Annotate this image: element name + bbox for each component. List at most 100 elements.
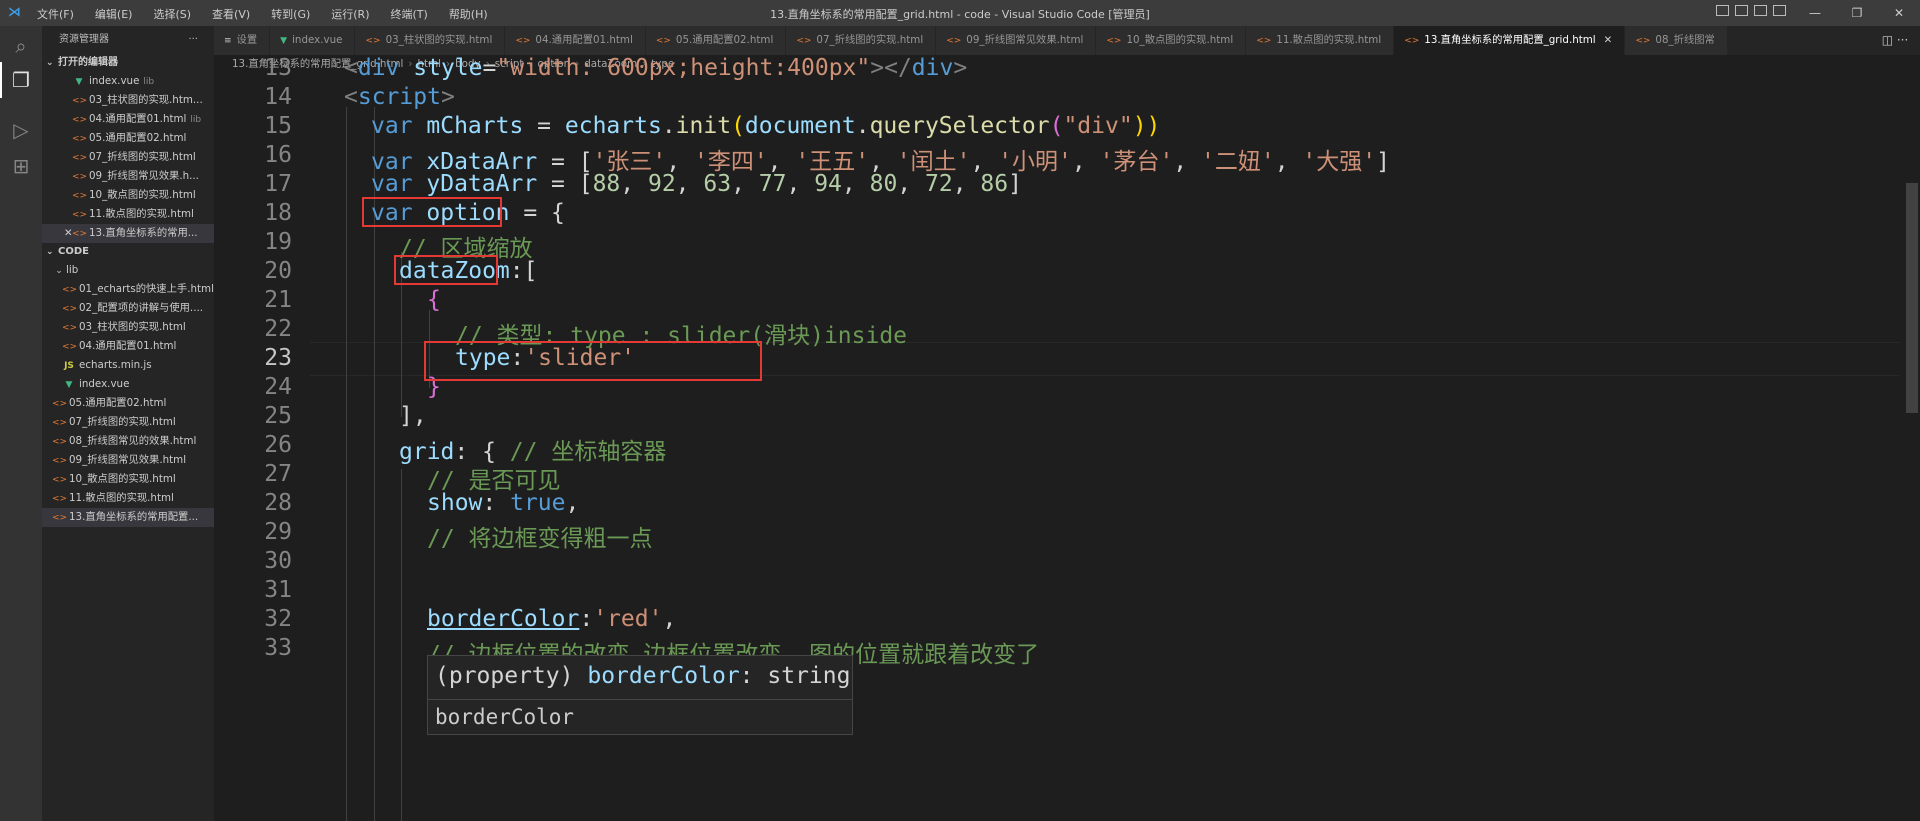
- file-item[interactable]: <> 10_散点图的实现.html: [42, 470, 214, 489]
- array-item: 63: [703, 171, 732, 197]
- split-editor-icon[interactable]: ◫ ···: [1870, 26, 1920, 55]
- tab[interactable]: <> 03_柱状图的实现.html: [355, 26, 506, 55]
- explorer-icon[interactable]: ❐: [9, 68, 33, 92]
- html-file-icon: <>: [796, 36, 812, 46]
- file-item[interactable]: <> 13.直角坐标系的常用配置...: [42, 508, 214, 527]
- folder-section[interactable]: ⌄ CODE: [42, 243, 214, 261]
- file-item[interactable]: ✕ <> 13.直角坐标系的常用...: [42, 224, 214, 243]
- code-editor[interactable]: 13 14 15 16 17 18 19 20 21 22 23 24 25 26 27 28 29 30 31 32…: [214, 55, 1920, 821]
- js-file-icon: JS: [64, 361, 74, 371]
- file-item[interactable]: <> 03_柱状图的实现.htm...: [42, 91, 214, 110]
- lib-folder[interactable]: ⌄ lib: [42, 261, 214, 280]
- file-item[interactable]: <> 09_折线图常见效果.h...: [42, 167, 214, 186]
- tab[interactable]: <> 05.通用配置02.html: [645, 26, 787, 55]
- close-icon[interactable]: ✕: [64, 224, 73, 243]
- toggle-panel-icon[interactable]: [1735, 5, 1748, 16]
- chevron-down-icon: ⌄: [46, 247, 54, 257]
- file-item[interactable]: <> 11.散点图的实现.html: [42, 205, 214, 224]
- toggle-sidebar-icon[interactable]: [1716, 5, 1729, 16]
- file-item[interactable]: ▼ index.vue lib: [42, 72, 214, 91]
- minimize-button[interactable]: —: [1794, 0, 1836, 26]
- active-indicator: [0, 62, 2, 98]
- file-item[interactable]: <> 04.通用配置01.html lib: [42, 110, 214, 129]
- line-number: 15: [264, 113, 292, 139]
- menu-item[interactable]: 帮助(H): [449, 6, 488, 22]
- tab[interactable]: <> 07_折线图的实现.html: [786, 26, 937, 55]
- file-item[interactable]: <> 05.通用配置02.html: [42, 394, 214, 413]
- folder-hint: lib: [190, 115, 202, 125]
- html-file-icon: <>: [62, 342, 78, 352]
- menu-item[interactable]: 文件(F): [37, 6, 74, 22]
- html-file-icon: <>: [946, 36, 962, 46]
- chevron-down-icon: ⌄: [46, 58, 54, 68]
- array-item: '茅台': [1099, 149, 1174, 175]
- file-name: 01_echarts的快速上手.html: [79, 283, 214, 295]
- line-number: 24: [264, 374, 292, 400]
- scrollbar-thumb[interactable]: [1906, 183, 1918, 413]
- customize-layout-icon[interactable]: [1773, 5, 1786, 16]
- open-editors-label: 打开的编辑器: [58, 57, 118, 68]
- file-name: 07_折线图的实现.html: [89, 151, 196, 163]
- html-file-icon: <>: [515, 36, 531, 46]
- file-item[interactable]: <> 05.通用配置02.html: [42, 129, 214, 148]
- code-line-21: {: [427, 287, 441, 313]
- tab[interactable]: <> 08_折线图常: [1625, 26, 1728, 55]
- file-item[interactable]: <> 09_折线图常见效果.html: [42, 451, 214, 470]
- file-item[interactable]: <> 04.通用配置01.html: [42, 337, 214, 356]
- open-editors-list: ▼ index.vue lib <> 03_柱状图的实现.htm... <> 04.通用配置…: [42, 72, 214, 243]
- tab[interactable]: ▼ index.vue: [270, 26, 356, 55]
- explorer-header: 资源管理器 ···: [42, 26, 214, 54]
- menu-item[interactable]: 选择(S): [153, 6, 191, 22]
- menu-item[interactable]: 转到(G): [271, 6, 310, 22]
- menu-item[interactable]: 终端(T): [391, 6, 428, 22]
- file-item[interactable]: <> 10_散点图的实现.html: [42, 186, 214, 205]
- menu-item[interactable]: 编辑(E): [95, 6, 133, 22]
- close-window-button[interactable]: ✕: [1878, 0, 1920, 26]
- menu-item[interactable]: 运行(R): [331, 6, 369, 22]
- tab[interactable]: <> 11.散点图的实现.html: [1246, 26, 1395, 55]
- tab[interactable]: <> 04.通用配置01.html: [505, 26, 646, 55]
- file-name: 08_折线图常见的效果.html: [69, 435, 197, 447]
- html-file-icon: <>: [62, 323, 78, 333]
- file-item[interactable]: <> 07_折线图的实现.html: [42, 148, 214, 167]
- file-item[interactable]: <> 03_柱状图的实现.html: [42, 318, 214, 337]
- open-editors-section[interactable]: ⌄ 打开的编辑器: [42, 54, 214, 72]
- tab-label: 08_折线图常: [1655, 34, 1715, 46]
- tab-close-icon[interactable]: ✕: [1604, 34, 1613, 46]
- html-file-icon: <>: [655, 36, 671, 46]
- file-name: 13.直角坐标系的常用...: [89, 227, 198, 239]
- html-file-icon: <>: [1404, 36, 1420, 46]
- file-item[interactable]: ▼ index.vue: [42, 375, 214, 394]
- file-item[interactable]: <> 02_配置项的讲解与使用....: [42, 299, 214, 318]
- tab[interactable]: ≡ 设置: [214, 26, 271, 55]
- html-file-icon: <>: [72, 134, 88, 144]
- vue-file-icon: ▼: [75, 77, 83, 87]
- tab[interactable]: <> 10_散点图的实现.html: [1096, 26, 1247, 55]
- html-file-icon: <>: [52, 399, 68, 409]
- restore-button[interactable]: ❐: [1836, 0, 1878, 26]
- code-line-13: <div style="width: 600px;height:400px"><…: [344, 55, 968, 81]
- file-name: 07_折线图的实现.html: [69, 416, 176, 428]
- annotation-box-type: [424, 341, 762, 381]
- html-file-icon: <>: [62, 304, 78, 314]
- extensions-icon[interactable]: ⊞: [9, 154, 33, 178]
- file-item[interactable]: <> 11.散点图的实现.html: [42, 489, 214, 508]
- search-icon[interactable]: ⌕: [9, 34, 33, 58]
- line-number: 32: [264, 606, 292, 632]
- more-actions-icon[interactable]: ···: [188, 26, 198, 54]
- file-item[interactable]: <> 07_折线图的实现.html: [42, 413, 214, 432]
- menu-item[interactable]: 查看(V): [212, 6, 250, 22]
- file-item[interactable]: <> 08_折线图常见的效果.html: [42, 432, 214, 451]
- annotation-box-datazoom: [394, 255, 498, 285]
- file-item[interactable]: <> 01_echarts的快速上手.html: [42, 280, 214, 299]
- array-item: 72: [925, 171, 953, 197]
- file-name: 10_散点图的实现.html: [69, 473, 176, 485]
- run-debug-icon[interactable]: ▷: [9, 118, 33, 142]
- html-file-icon: <>: [52, 475, 68, 485]
- code-line-17: var yDataArr = [88, 92, 63, 77, 94, 80, …: [371, 171, 1022, 197]
- tab-label: 09_折线图常见效果.html: [966, 34, 1084, 46]
- tab[interactable]: <> 13.直角坐标系的常用配置_grid.html ✕: [1394, 26, 1626, 55]
- file-item[interactable]: JS echarts.min.js: [42, 356, 214, 375]
- toggle-secondary-sidebar-icon[interactable]: [1754, 5, 1767, 16]
- tab[interactable]: <> 09_折线图常见效果.html: [936, 26, 1097, 55]
